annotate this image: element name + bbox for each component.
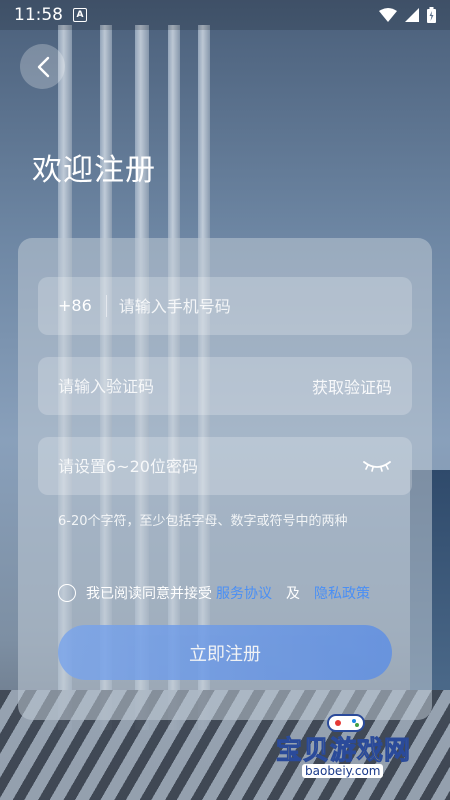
register-card: +86 获取验证码 6-20个字符，至少包括字母、数字或符号中的两种 我已阅读同…: [18, 238, 432, 720]
agreement-checkbox[interactable]: [58, 584, 76, 602]
service-agreement-link[interactable]: 服务协议: [216, 583, 272, 603]
battery-icon: [427, 7, 436, 23]
page-title: 欢迎注册: [32, 153, 156, 188]
agreement-row: 我已阅读同意并接受 服务协议 及 隐私政策: [58, 583, 374, 603]
password-input[interactable]: [58, 456, 362, 476]
country-code[interactable]: +86: [58, 295, 107, 317]
verification-code-field: 获取验证码: [38, 357, 412, 415]
watermark-url: baobeiy.com: [302, 764, 384, 778]
password-field: [38, 437, 412, 495]
verification-code-input[interactable]: [58, 376, 312, 396]
password-hint: 6-20个字符，至少包括字母、数字或符号中的两种: [58, 514, 348, 529]
phone-input[interactable]: [118, 296, 392, 316]
watermark-text: 宝贝游戏网: [275, 736, 412, 767]
cell-signal-icon: [405, 8, 419, 22]
status-left: 11:58 A: [14, 5, 87, 25]
chevron-left-icon: [37, 56, 49, 77]
status-time: 11:58: [14, 5, 63, 25]
agreement-text: 我已阅读同意并接受: [86, 586, 212, 602]
status-right: [379, 7, 436, 23]
privacy-policy-link[interactable]: 隐私政策: [314, 583, 370, 603]
get-code-button[interactable]: 获取验证码: [312, 374, 392, 398]
phone-field: +86: [38, 277, 412, 335]
wifi-icon: [379, 8, 397, 22]
eye-closed-icon[interactable]: [362, 459, 392, 473]
back-button[interactable]: [20, 44, 65, 89]
notification-a-icon: A: [73, 8, 87, 22]
agreement-and: 及: [286, 586, 300, 602]
status-bar: 11:58 A: [0, 0, 450, 30]
watermark: 宝贝游戏网 baobeiy.com: [270, 712, 420, 792]
register-button[interactable]: 立即注册: [58, 625, 392, 680]
